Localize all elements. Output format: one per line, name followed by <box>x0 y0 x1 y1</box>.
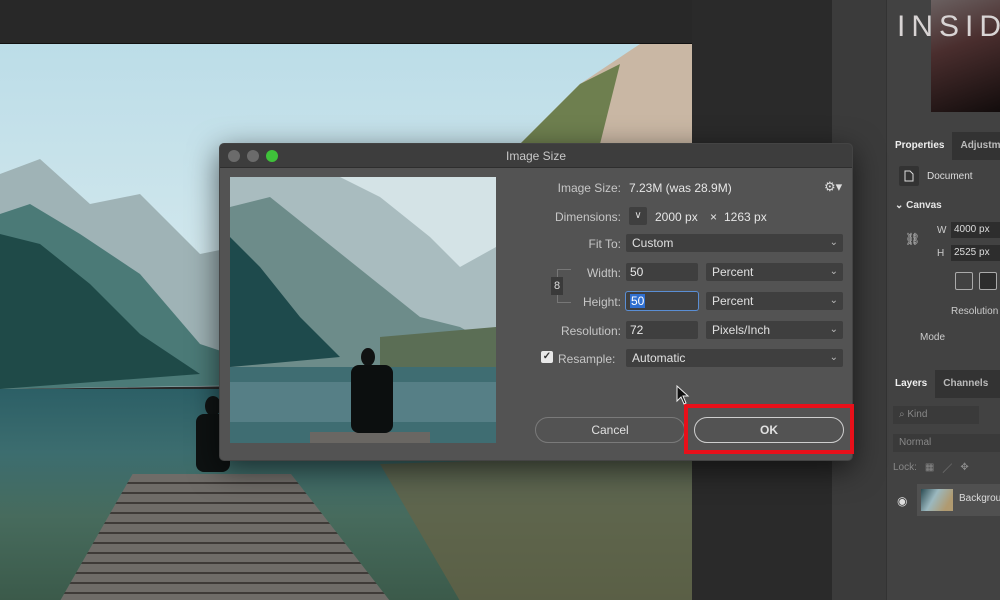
dialog-title: Image Size <box>505 149 567 163</box>
portrait-orientation-icon[interactable] <box>955 272 973 290</box>
canvas-section-label: Canvas <box>906 200 942 211</box>
document-row: Document <box>899 166 973 186</box>
watermark-text: INSIDER <box>897 10 1000 43</box>
height-input[interactable]: 50 <box>626 292 698 310</box>
layer-item[interactable]: Background <box>917 484 1000 516</box>
checkmark-icon: ✓ <box>542 351 552 362</box>
canvas-h-label: H <box>937 248 945 259</box>
image-preview[interactable] <box>230 177 496 443</box>
resample-select[interactable]: Automatic ⌄ <box>626 349 843 367</box>
lock-move-icon[interactable]: ✥ <box>960 462 968 473</box>
chevron-down-icon: ⌄ <box>829 237 838 248</box>
dialog-titlebar[interactable]: Image Size <box>220 144 852 168</box>
layers-tabs: Layers Channels <box>887 370 1000 398</box>
document-label: Document <box>927 170 973 182</box>
right-panels: INSIDER Properties Adjustments Document … <box>886 0 1000 600</box>
resolution-unit-select[interactable]: Pixels/Inch ⌄ <box>706 321 843 339</box>
chevron-down-icon: ⌄ <box>829 266 838 277</box>
document-icon <box>899 166 919 186</box>
lock-label: Lock: <box>893 462 917 473</box>
landscape-orientation-icon[interactable] <box>979 272 997 290</box>
fit-to-select[interactable]: Custom ⌄ <box>626 234 843 252</box>
width-label: Width: <box>586 266 621 280</box>
layer-thumbnail <box>921 489 953 511</box>
canvas-height-field[interactable]: 2525 px <box>951 245 1000 261</box>
resolution-input[interactable]: 72 <box>626 321 698 339</box>
mode-label: Mode <box>920 332 946 343</box>
layer-row[interactable]: ◉ Background <box>887 484 1000 516</box>
height-value-selected: 50 <box>630 294 646 308</box>
width-unit-select[interactable]: Percent ⌄ <box>706 263 843 281</box>
mouse-cursor-icon <box>676 385 690 405</box>
dimensions-times: × <box>710 210 718 224</box>
tab-channels[interactable]: Channels <box>935 370 996 398</box>
image-size-value: 7.23M (was 28.9M) <box>629 181 732 195</box>
lock-row: Lock: ▦ ／ ✥ <box>893 460 969 475</box>
resolution-label: Resolution <box>951 306 999 317</box>
resample-label: Resample: <box>558 352 616 366</box>
canvas-w-label: W <box>937 225 947 236</box>
lock-transparency-icon[interactable]: ▦ <box>925 462 934 473</box>
gear-icon[interactable]: ⚙▾ <box>824 179 842 195</box>
lock-paint-icon[interactable]: ／ <box>942 460 952 475</box>
fit-to-label: Fit To: <box>588 237 621 251</box>
tab-layers[interactable]: Layers <box>887 370 936 398</box>
width-input[interactable]: 50 <box>626 263 698 281</box>
link-icon[interactable]: ⛓ <box>905 232 920 246</box>
chevron-down-icon: ⌄ <box>895 200 907 211</box>
height-unit-select[interactable]: Percent ⌄ <box>706 292 843 310</box>
height-label: Height: <box>582 295 621 309</box>
dimensions-unit-toggle[interactable]: ∨ <box>629 207 647 225</box>
canvas-section-header[interactable]: ⌄ Canvas <box>895 200 942 211</box>
tab-adjustments[interactable]: Adjustments <box>952 132 1000 160</box>
ok-button-highlight <box>684 404 854 454</box>
image-size-label: Image Size: <box>557 181 621 195</box>
resolution-label: Resolution: <box>560 324 621 338</box>
dimensions-width-value: 2000 px <box>655 210 698 224</box>
chevron-down-icon: ⌄ <box>829 295 838 306</box>
properties-tabs: Properties Adjustments <box>887 132 1000 160</box>
photoshop-window: INSIDER Properties Adjustments Document … <box>0 0 1000 600</box>
dimensions-label: Dimensions: <box>554 210 621 224</box>
cancel-button[interactable]: Cancel <box>535 417 685 443</box>
chevron-down-icon: ⌄ <box>829 352 838 363</box>
chevron-down-icon: ⌄ <box>829 324 838 335</box>
resample-checkbox[interactable]: ✓ <box>541 351 553 363</box>
tab-properties[interactable]: Properties <box>887 132 953 160</box>
layer-name: Background <box>959 493 1000 504</box>
blend-mode-select[interactable]: Normal <box>893 434 1000 452</box>
dimensions-height-value: 1263 px <box>724 210 767 224</box>
canvas-width-field[interactable]: 4000 px <box>951 222 1000 238</box>
eye-icon[interactable]: ◉ <box>897 494 907 508</box>
layer-kind-filter[interactable]: ⌕ Kind <box>893 406 979 424</box>
